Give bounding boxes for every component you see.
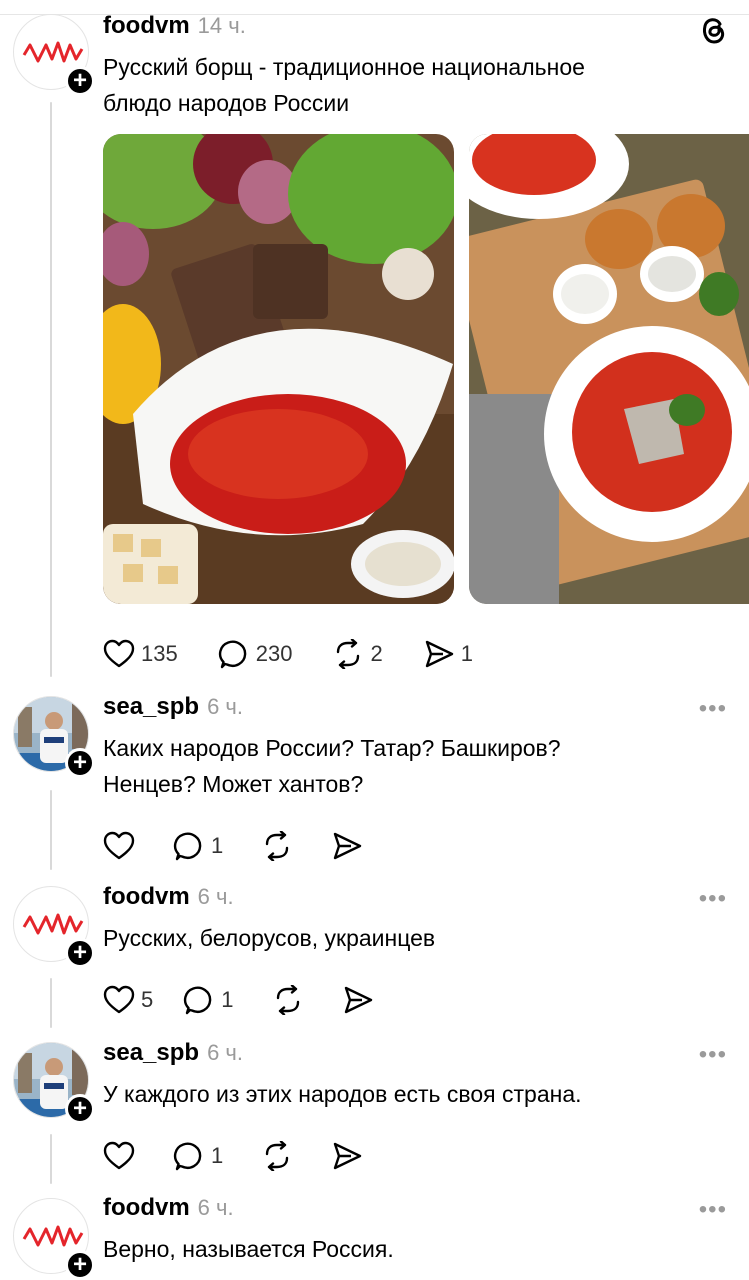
follow-plus-icon[interactable]: + <box>65 938 95 968</box>
like-count: 5 <box>141 987 154 1012</box>
thread-line <box>50 978 52 1028</box>
comment-icon <box>173 832 202 861</box>
repost-button[interactable] <box>272 985 304 1015</box>
avatar[interactable]: + <box>13 14 95 96</box>
like-button[interactable] <box>103 1141 135 1171</box>
timestamp: 14 ч. <box>197 13 246 38</box>
comment-count: 1 <box>221 987 234 1012</box>
reply-text-line: Русских, белорусов, украинцев <box>103 925 436 951</box>
post-text-line: Русский борщ - традиционное национальное <box>103 54 585 80</box>
reply-text: Русских, белорусов, украинцев <box>103 920 703 956</box>
reply-actions: 1 <box>103 828 403 864</box>
share-icon <box>334 832 362 860</box>
reply-header: foodvm 6 ч. <box>103 882 234 912</box>
avatar[interactable]: + <box>13 1042 95 1124</box>
heart-icon <box>103 985 135 1014</box>
post-actions: 135 230 2 1 <box>103 636 513 672</box>
reply-text-line: У каждого из этих народов есть своя стра… <box>103 1081 582 1107</box>
timestamp: 6 ч. <box>207 1040 243 1065</box>
follow-plus-icon[interactable]: + <box>65 1250 95 1280</box>
username[interactable]: foodvm <box>103 12 190 39</box>
heart-icon <box>103 639 135 668</box>
comment-button[interactable]: 1 <box>183 985 234 1015</box>
post-photo-2[interactable] <box>469 134 749 604</box>
reply-text: Каких народов России? Татар? Башкиров? Н… <box>103 730 703 802</box>
comment-count: 230 <box>255 641 293 666</box>
more-options-icon[interactable]: ••• <box>699 1198 727 1222</box>
more-options-icon[interactable]: ••• <box>699 887 727 911</box>
repost-button[interactable]: 2 <box>332 639 383 669</box>
repost-button[interactable] <box>261 1141 293 1171</box>
repost-icon <box>276 985 299 1015</box>
comment-count: 1 <box>211 833 224 858</box>
like-count: 135 <box>141 641 178 666</box>
comment-count: 1 <box>211 1143 224 1168</box>
reply-text: У каждого из этих народов есть своя стра… <box>103 1076 703 1112</box>
share-icon <box>344 986 372 1014</box>
post-header: foodvm 14 ч. <box>103 11 246 41</box>
reply-text: Верно, называется Россия. <box>103 1231 703 1267</box>
share-icon <box>334 1142 362 1170</box>
repost-count: 2 <box>370 641 383 666</box>
timestamp: 6 ч. <box>207 694 243 719</box>
comment-icon <box>218 640 247 669</box>
share-button[interactable] <box>331 1141 363 1171</box>
timestamp: 6 ч. <box>197 1195 234 1220</box>
reply-text-line: Верно, называется Россия. <box>103 1236 394 1262</box>
follow-plus-icon[interactable]: + <box>65 1094 95 1124</box>
username[interactable]: sea_spb <box>103 693 199 720</box>
post-text: Русский борщ - традиционное национальное… <box>103 49 703 121</box>
repost-icon <box>266 831 289 861</box>
reply-actions: 5 1 <box>103 982 414 1018</box>
post-text-line: блюдо народов России <box>103 90 350 116</box>
timestamp: 6 ч. <box>197 884 234 909</box>
share-button[interactable] <box>342 985 374 1015</box>
comment-icon <box>184 986 212 1015</box>
comment-icon <box>173 1142 202 1171</box>
avatar[interactable]: + <box>13 696 95 778</box>
username[interactable]: foodvm <box>103 883 190 910</box>
repost-icon <box>266 1141 289 1171</box>
threads-logo-icon[interactable] <box>697 12 729 51</box>
like-button[interactable]: 135 <box>103 639 178 669</box>
reply-text-line: Ненцев? Может хантов? <box>103 771 364 797</box>
username[interactable]: sea_spb <box>103 1039 199 1066</box>
reply-header: sea_spb 6 ч. <box>103 692 243 722</box>
repost-button[interactable] <box>261 831 293 861</box>
heart-icon <box>103 831 135 860</box>
comment-button[interactable]: 1 <box>173 1141 223 1171</box>
heart-icon <box>103 1141 135 1170</box>
share-count: 1 <box>460 641 473 666</box>
follow-plus-icon[interactable]: + <box>65 748 95 778</box>
comment-button[interactable]: 230 <box>218 639 293 669</box>
more-options-icon[interactable]: ••• <box>699 697 727 721</box>
comment-button[interactable]: 1 <box>173 831 223 861</box>
reply-actions: 1 <box>103 1138 403 1174</box>
post-photo-1[interactable] <box>103 134 454 604</box>
follow-plus-icon[interactable]: + <box>65 66 95 96</box>
reply-header: foodvm 6 ч. <box>103 1193 234 1223</box>
share-button[interactable]: 1 <box>423 639 473 669</box>
reply-text-line: Каких народов России? Татар? Башкиров? <box>103 735 561 761</box>
share-icon <box>425 640 453 668</box>
thread-line <box>50 1134 52 1184</box>
like-button[interactable] <box>103 831 135 861</box>
share-button[interactable] <box>331 831 363 861</box>
username[interactable]: foodvm <box>103 1194 190 1221</box>
avatar[interactable]: + <box>13 1198 95 1280</box>
more-options-icon[interactable]: ••• <box>699 1043 727 1067</box>
repost-icon <box>337 639 360 669</box>
thread-line <box>50 790 52 870</box>
like-button[interactable]: 5 <box>103 985 153 1015</box>
reply-header: sea_spb 6 ч. <box>103 1038 243 1068</box>
avatar[interactable]: + <box>13 886 95 968</box>
thread-line <box>50 102 52 677</box>
